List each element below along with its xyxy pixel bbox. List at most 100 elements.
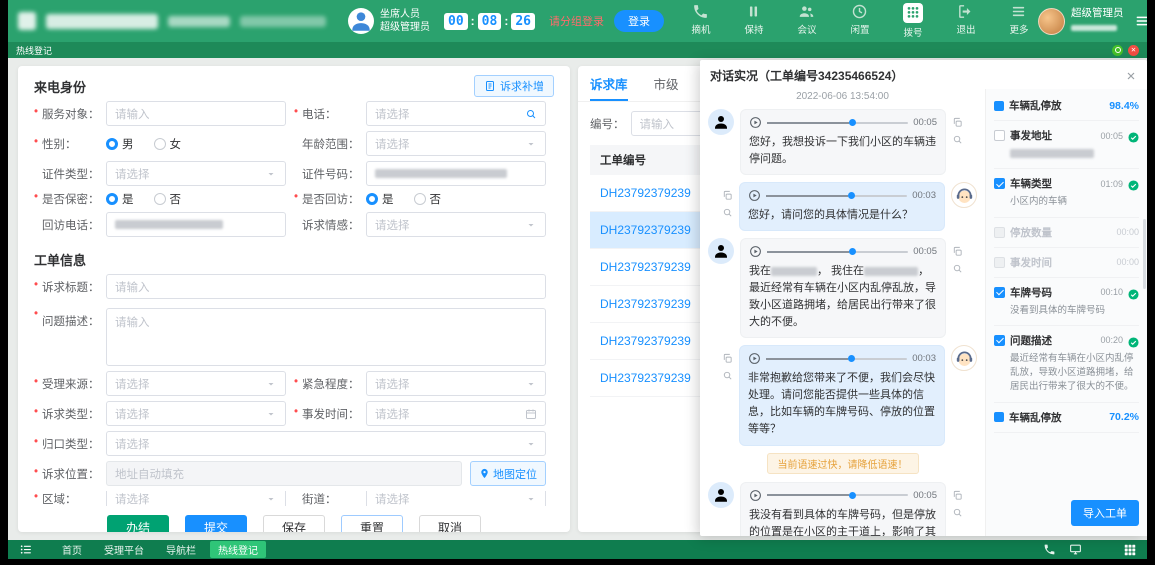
field-checkbox[interactable] (994, 227, 1005, 238)
extract-score-item: 车辆乱停放 98.4% (994, 91, 1139, 121)
appeal-title-input[interactable]: 请输入 (106, 274, 546, 299)
district-select[interactable]: 请选择 (106, 491, 286, 506)
street-select[interactable]: 请选择 (366, 491, 546, 506)
phone-action-button[interactable]: 拨号 (894, 3, 932, 39)
chat-message: 00:05 您好，我想投诉一下我们小区的车辆违停问题。 (708, 109, 977, 175)
monitor-icon[interactable] (1069, 543, 1082, 556)
category-select[interactable]: 请选择 (106, 431, 546, 456)
chevron-down-icon (525, 493, 537, 505)
search-icon[interactable] (952, 134, 963, 145)
login-button[interactable]: 登录 (614, 10, 664, 32)
field-time: 01:09 (1100, 179, 1123, 189)
exit-icon (957, 3, 974, 20)
tag-icon (994, 412, 1004, 422)
timer-minutes: 08 (478, 13, 502, 30)
audio-progress[interactable] (767, 494, 908, 496)
appeal-type-select[interactable]: 请选择 (106, 401, 286, 426)
finish-button[interactable]: 办结 (107, 515, 169, 532)
audio-progress[interactable] (766, 358, 907, 360)
revisit-yes-radio[interactable]: 是 (366, 191, 394, 207)
phone-input[interactable]: 请选择 (366, 101, 546, 126)
play-icon[interactable] (749, 489, 762, 502)
copy-icon[interactable] (952, 117, 963, 128)
search-icon[interactable] (952, 507, 963, 518)
source-select[interactable]: 请选择 (106, 371, 286, 396)
window-tab-title[interactable]: 热线登记 (16, 44, 52, 57)
incident-time-picker[interactable]: 请选择 (366, 401, 546, 426)
copy-icon[interactable] (722, 353, 733, 364)
phone-action-button[interactable]: 保持 (735, 3, 773, 39)
play-icon[interactable] (748, 352, 761, 365)
play-icon[interactable] (748, 189, 761, 202)
copy-icon[interactable] (722, 190, 733, 201)
user-profile[interactable]: 超级管理员 (1038, 5, 1124, 38)
close-icon[interactable] (1125, 70, 1137, 82)
audio-progress[interactable] (766, 195, 907, 197)
phone-action-button[interactable]: 更多 (1000, 3, 1038, 39)
secret-no-radio[interactable]: 否 (154, 191, 182, 207)
search-icon[interactable] (722, 370, 733, 381)
bottom-tab-1[interactable]: 首页 (54, 541, 90, 558)
save-button[interactable]: 保存 (263, 515, 325, 532)
field-checkbox[interactable] (994, 335, 1005, 346)
taskbar-menu-icon[interactable] (18, 543, 34, 556)
play-icon[interactable] (749, 116, 762, 129)
tab-appeal-library[interactable]: 诉求库 (590, 74, 628, 101)
secret-yes-radio[interactable]: 是 (106, 191, 134, 207)
audio-player[interactable]: 00:05 (749, 116, 937, 129)
revisit-phone-input[interactable] (106, 212, 286, 237)
copy-icon[interactable] (952, 490, 963, 501)
revisit-no-radio[interactable]: 否 (414, 191, 442, 207)
gender-male-radio[interactable]: 男 (106, 136, 134, 152)
id-number-input[interactable] (366, 161, 546, 186)
close-red-icon[interactable] (1128, 45, 1139, 56)
audio-player[interactable]: 00:05 (749, 245, 937, 258)
phone-action-button[interactable]: 会议 (788, 3, 826, 39)
search-icon[interactable] (525, 108, 537, 120)
submit-button[interactable]: 提交 (185, 515, 247, 532)
reset-button[interactable]: 重置 (341, 515, 403, 532)
app-grid-icon[interactable] (1123, 543, 1137, 557)
phone-action-button[interactable]: 退出 (947, 3, 985, 39)
call-icon[interactable] (1043, 543, 1056, 556)
age-range-select[interactable]: 请选择 (366, 131, 546, 156)
phone-action-button[interactable]: 闲置 (841, 3, 879, 39)
audio-progress[interactable] (767, 122, 908, 124)
problem-desc-textarea[interactable]: 请输入 (106, 308, 546, 366)
search-icon[interactable] (952, 263, 963, 274)
audio-player[interactable]: 00:03 (748, 352, 936, 365)
field-checkbox[interactable] (994, 130, 1005, 141)
audio-progress[interactable] (767, 251, 908, 253)
id-type-select[interactable]: 请选择 (106, 161, 286, 186)
search-icon[interactable] (722, 207, 733, 218)
timer-seconds: 26 (511, 13, 535, 30)
import-workorder-button[interactable]: 导入工单 (1071, 500, 1139, 526)
gender-female-radio[interactable]: 女 (154, 136, 182, 152)
field-checkbox[interactable] (994, 257, 1005, 268)
bottom-tab-2[interactable]: 受理平台 (96, 541, 152, 558)
category-label: 归口类型： (34, 436, 106, 452)
hamburger-menu-icon[interactable] (1133, 13, 1147, 29)
calendar-icon[interactable] (525, 408, 537, 420)
field-checkbox[interactable] (994, 178, 1005, 189)
audio-player[interactable]: 00:03 (748, 189, 936, 202)
emotion-select[interactable]: 请选择 (366, 212, 546, 237)
urgency-select[interactable]: 请选择 (366, 371, 546, 396)
play-icon[interactable] (749, 245, 762, 258)
audio-duration: 00:05 (913, 117, 937, 128)
scrollbar[interactable] (1143, 219, 1146, 289)
tab-city-level[interactable]: 市级 (654, 74, 679, 101)
status-green-icon[interactable] (1112, 45, 1123, 56)
location-input[interactable]: 地址自动填充 (106, 461, 462, 486)
bottom-tab-4[interactable]: 热线登记 (210, 541, 266, 558)
field-checkbox[interactable] (994, 287, 1005, 298)
appeal-add-button[interactable]: 诉求补增 (474, 75, 554, 97)
phone-action-button[interactable]: 摘机 (682, 3, 720, 39)
copy-icon[interactable] (952, 246, 963, 257)
cancel-button[interactable]: 取消 (419, 515, 481, 532)
audio-player[interactable]: 00:05 (749, 489, 937, 502)
service-object-input[interactable]: 请输入 (106, 101, 286, 126)
map-locate-button[interactable]: 地图定位 (470, 461, 546, 486)
chevron-down-icon (525, 138, 537, 150)
bottom-tab-3[interactable]: 导航栏 (158, 541, 204, 558)
